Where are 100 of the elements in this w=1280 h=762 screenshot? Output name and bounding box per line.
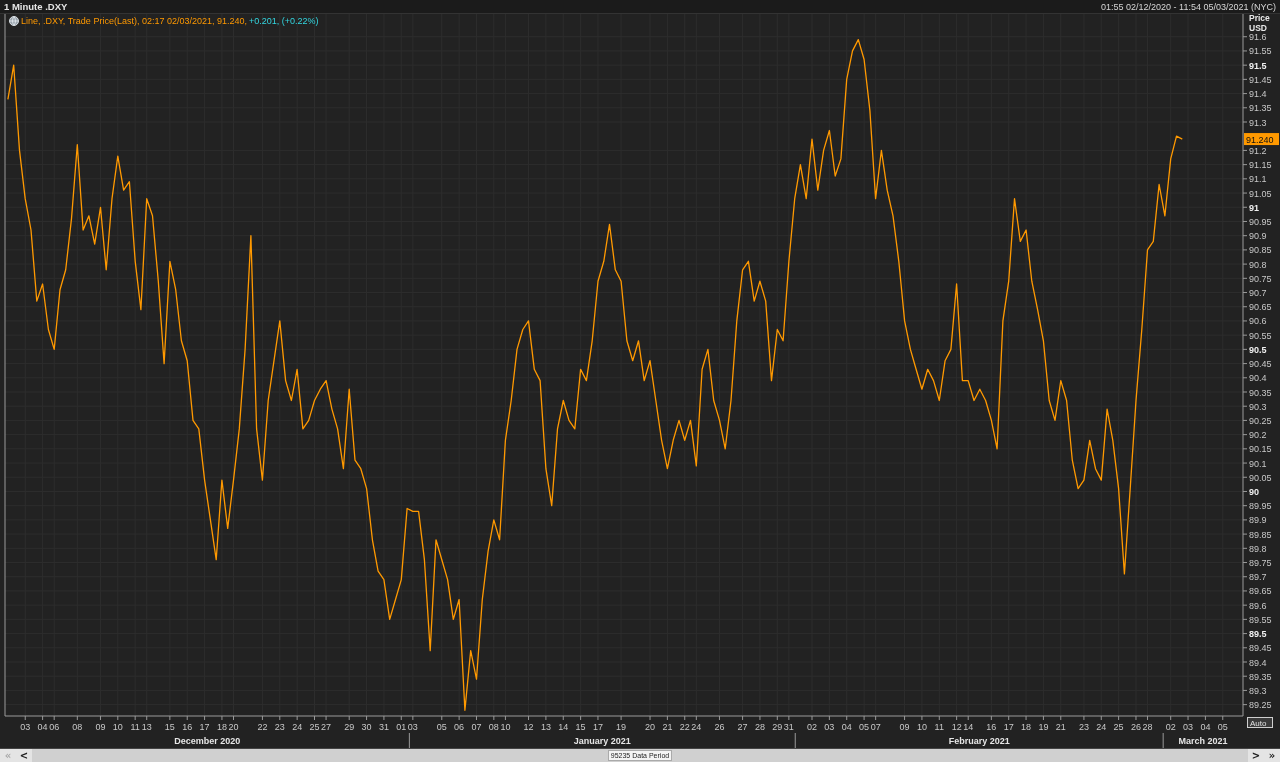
x-tick-label: 21 (662, 722, 673, 732)
y-tick-label: 89.6 (1249, 600, 1267, 611)
y-tick-label: 90.4 (1249, 373, 1267, 384)
price-tag: 91.240 (1244, 133, 1279, 146)
y-tick-label: 89.55 (1249, 614, 1272, 625)
y-tick-label: 90.15 (1249, 444, 1272, 455)
y-tick-label: 89.25 (1249, 700, 1272, 711)
y-tick-label: 90.2 (1249, 430, 1267, 441)
x-tick-label: 03 (824, 722, 835, 732)
y-tick-label: 90.3 (1249, 401, 1267, 412)
x-tick-label: 24 (1096, 722, 1107, 732)
x-tick-label: 28 (1142, 722, 1153, 732)
x-tick-label: 05 (1217, 722, 1228, 732)
x-tick-label: 02 (807, 722, 817, 732)
x-tick-label: 12 (951, 722, 962, 732)
x-tick-label: 07 (870, 722, 881, 732)
x-tick-label: 14 (963, 722, 974, 732)
x-tick-label: 03 (20, 722, 31, 732)
x-tick-label: 23 (1078, 722, 1089, 732)
scroll-button[interactable]: < (16, 749, 32, 762)
y-tick-label: 91.3 (1249, 117, 1267, 128)
y-tick-label: 90.65 (1249, 302, 1272, 313)
y-tick-label: 89.95 (1249, 501, 1272, 512)
x-tick-label: 28 (754, 722, 765, 732)
globe-icon[interactable] (9, 16, 19, 26)
x-tick-label: 06 (49, 722, 60, 732)
x-tick-label: 08 (72, 722, 83, 732)
x-tick-label: 15 (575, 722, 586, 732)
x-tick-label: 02 (1165, 722, 1176, 732)
y-tick-label: 91.35 (1249, 103, 1272, 114)
y-tick-label: 90.1 (1249, 458, 1267, 469)
x-tick-label: 19 (1038, 722, 1049, 732)
x-tick-label: 27 (737, 722, 748, 732)
y-tick-label: 90 (1249, 486, 1259, 497)
month-label: February 2021 (948, 736, 1010, 746)
axis-title: Price (1249, 14, 1270, 23)
x-tick-label: 26 (714, 722, 725, 732)
x-tick-label: 11 (934, 722, 944, 732)
x-tick-label: 07 (471, 722, 482, 732)
y-tick-label: 89.5 (1249, 629, 1267, 640)
y-tick-label: 91.2 (1249, 145, 1267, 156)
y-tick-label: 89.3 (1249, 685, 1267, 696)
y-tick-label: 89.8 (1249, 543, 1267, 554)
x-tick-label: 03 (407, 722, 418, 732)
scroll-button[interactable]: > (1248, 749, 1264, 762)
x-tick-label: 29 (344, 722, 355, 732)
month-label: January 2021 (573, 736, 631, 746)
y-tick-label: 90.45 (1249, 359, 1272, 370)
y-tick-label: 90.7 (1249, 288, 1267, 299)
x-tick-label: 04 (37, 722, 48, 732)
y-tick-label: 89.45 (1249, 643, 1272, 654)
x-tick-label: 19 (616, 722, 627, 732)
x-tick-label: 10 (916, 722, 927, 732)
y-tick-label: 90.25 (1249, 415, 1272, 426)
x-tick-label: 10 (112, 722, 123, 732)
x-tick-label: 23 (274, 722, 285, 732)
x-tick-label: 22 (679, 722, 690, 732)
x-tick-label: 16 (986, 722, 997, 732)
y-tick-label: 90.9 (1249, 231, 1267, 242)
x-tick-label: 10 (500, 722, 511, 732)
x-tick-label: 18 (1021, 722, 1032, 732)
y-tick-label: 89.9 (1249, 515, 1267, 526)
x-tick-label: 24 (292, 722, 303, 732)
x-tick-label: 25 (1113, 722, 1124, 732)
y-tick-label: 89.85 (1249, 529, 1272, 540)
y-tick-label: 90.85 (1249, 245, 1272, 256)
y-tick-label: 89.35 (1249, 671, 1272, 682)
legend-text: Line, .DXY, Trade Price(Last), 02:17 02/03/2021, 91.240, (21, 16, 247, 26)
x-tick-label: 14 (558, 722, 569, 732)
x-tick-label: 09 (899, 722, 910, 732)
x-tick-label: 17 (1003, 722, 1014, 732)
y-tick-label: 91.1 (1249, 174, 1267, 185)
x-tick-label: 17 (592, 722, 603, 732)
x-tick-label: 20 (645, 722, 656, 732)
x-tick-label: 21 (1055, 722, 1066, 732)
y-tick-label: 91.6 (1249, 32, 1267, 43)
x-tick-label: 31 (378, 722, 389, 732)
y-tick-label: 91.05 (1249, 188, 1272, 199)
y-tick-label: 90.8 (1249, 259, 1267, 270)
y-tick-label: 91.45 (1249, 74, 1272, 85)
x-tick-label: 08 (488, 722, 499, 732)
y-tick-label: 89.4 (1249, 657, 1267, 668)
x-tick-label: 22 (257, 722, 268, 732)
auto-button[interactable]: Auto (1247, 717, 1273, 728)
x-tick-label: 26 (1130, 722, 1141, 732)
date-range-label: 01:55 02/12/2020 - 11:54 05/03/2021 (NYC) (1101, 1, 1276, 12)
month-label: March 2021 (1178, 736, 1228, 746)
x-tick-label: 11 (130, 722, 140, 732)
y-tick-label: 90.55 (1249, 330, 1272, 341)
month-label: December 2020 (174, 736, 241, 746)
y-tick-label: 90.5 (1249, 344, 1267, 355)
y-tick-label: 91.4 (1249, 89, 1267, 100)
y-tick-label: 90.95 (1249, 216, 1272, 227)
window-title: 1 Minute .DXY (4, 1, 68, 12)
x-tick-label: 18 (216, 722, 227, 732)
x-tick-label: 01 (396, 722, 407, 732)
scroll-button[interactable]: » (1264, 749, 1280, 762)
y-tick-label: 91 (1249, 202, 1259, 213)
y-tick-label: 89.7 (1249, 572, 1267, 583)
x-tick-label: 05 (436, 722, 447, 732)
